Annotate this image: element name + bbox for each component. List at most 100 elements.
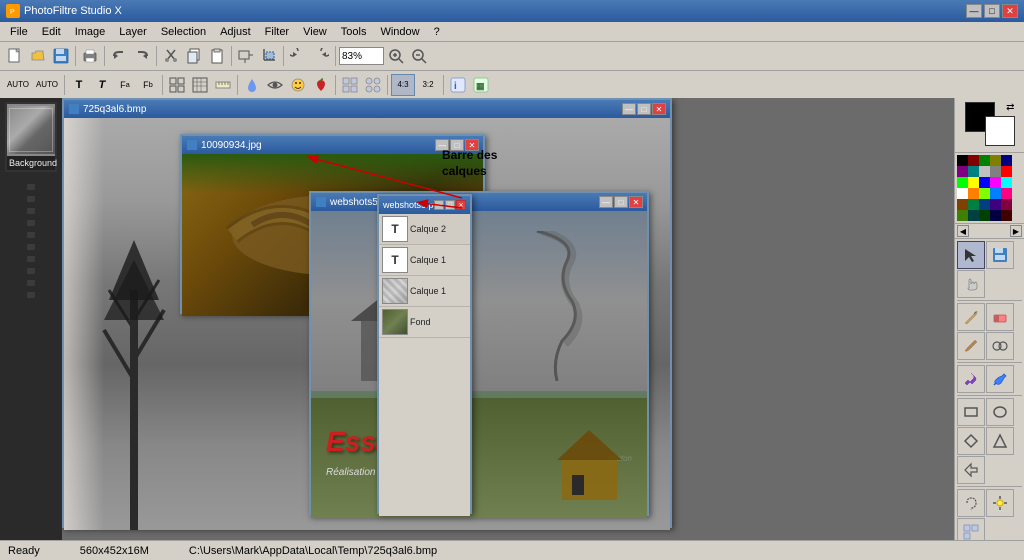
tb-resize[interactable] xyxy=(235,45,257,67)
tb-grid-1[interactable] xyxy=(166,74,188,96)
tool-select[interactable] xyxy=(957,241,985,269)
palette-color-0000ff[interactable] xyxy=(979,177,990,188)
doc-minimize-jpg[interactable]: — xyxy=(435,139,449,151)
palette-color-000080[interactable] xyxy=(1001,155,1012,166)
palette-color-0080ff[interactable] xyxy=(990,188,1001,199)
layer-item-calque2[interactable]: T Calque 2 xyxy=(379,214,470,245)
palette-color-ffff00[interactable] xyxy=(968,177,979,188)
tb-cut[interactable] xyxy=(160,45,182,67)
menu-tools[interactable]: Tools xyxy=(335,24,373,40)
palette-color-008080[interactable] xyxy=(968,166,979,177)
maximize-btn[interactable]: □ xyxy=(984,4,1000,18)
tool-pencil[interactable] xyxy=(957,303,985,331)
tb-save[interactable] xyxy=(50,45,72,67)
tool-triangle[interactable] xyxy=(986,427,1014,455)
tb-strawberry[interactable] xyxy=(310,74,332,96)
tool-lasso[interactable] xyxy=(957,489,985,517)
tb-undo[interactable] xyxy=(108,45,130,67)
tb-info2[interactable]: ▦ xyxy=(470,74,492,96)
tb-rotate-l[interactable] xyxy=(287,45,309,67)
palette-color-80ff00[interactable] xyxy=(979,188,990,199)
palette-color-00ffff[interactable] xyxy=(1001,177,1012,188)
layers-maximize[interactable]: □ xyxy=(445,200,455,210)
doc-minimize-main[interactable]: — xyxy=(622,103,636,115)
doc-close-jpg[interactable]: ✕ xyxy=(465,139,479,151)
layer-item-calque1-text[interactable]: T Calque 1 xyxy=(379,245,470,276)
palette-color-004080[interactable] xyxy=(979,199,990,210)
palette-color-ffffff[interactable] xyxy=(957,188,968,199)
tb-fx2[interactable] xyxy=(362,74,384,96)
tb-paste[interactable] xyxy=(206,45,228,67)
tb-text-t1[interactable]: T xyxy=(68,74,90,96)
close-btn[interactable]: ✕ xyxy=(1002,4,1018,18)
tb-grid-2[interactable] xyxy=(189,74,211,96)
tool-dropper[interactable] xyxy=(957,365,985,393)
menu-edit[interactable]: Edit xyxy=(36,24,67,40)
palette-scroll-left[interactable]: ◀ xyxy=(957,225,969,237)
tb-auto-adj2[interactable]: AUTO xyxy=(33,74,61,96)
layers-minimize[interactable]: — xyxy=(434,200,444,210)
tool-magic-wand[interactable] xyxy=(986,489,1014,517)
tb-fx1[interactable] xyxy=(339,74,361,96)
tb-text-t2[interactable]: T xyxy=(91,74,113,96)
tb-redo[interactable] xyxy=(131,45,153,67)
swap-colors-btn[interactable]: ⇄ xyxy=(1006,102,1014,113)
menu-layer[interactable]: Layer xyxy=(113,24,153,40)
palette-color-ff8000[interactable] xyxy=(968,188,979,199)
zoom-input[interactable] xyxy=(339,47,384,65)
palette-color-000000[interactable] xyxy=(957,155,968,166)
doc-maximize-main[interactable]: □ xyxy=(637,103,651,115)
tb-font2[interactable]: Fb xyxy=(137,74,159,96)
tb-auto-adj[interactable]: AUTO xyxy=(4,74,32,96)
menu-filter[interactable]: Filter xyxy=(259,24,295,40)
tb-ruler[interactable] xyxy=(212,74,234,96)
palette-color-004000[interactable] xyxy=(979,210,990,221)
tb-face[interactable] xyxy=(287,74,309,96)
palette-color-004040[interactable] xyxy=(968,210,979,221)
doc-close-main[interactable]: ✕ xyxy=(652,103,666,115)
palette-scroll-right[interactable]: ▶ xyxy=(1010,225,1022,237)
doc-maximize-jpg[interactable]: □ xyxy=(450,139,464,151)
palette-color-ff00ff[interactable] xyxy=(990,177,1001,188)
tb-open[interactable] xyxy=(27,45,49,67)
tb-copy[interactable] xyxy=(183,45,205,67)
doc-minimize-pfi[interactable]: — xyxy=(599,196,613,208)
palette-color-000040[interactable] xyxy=(990,210,1001,221)
palette-color-804000[interactable] xyxy=(957,199,968,210)
tb-info1[interactable]: i xyxy=(447,74,469,96)
tb-font1[interactable]: Fa xyxy=(114,74,136,96)
palette-color-008000[interactable] xyxy=(979,155,990,166)
tb-3-2[interactable]: 3:2 xyxy=(416,74,440,96)
palette-color-00ff00[interactable] xyxy=(957,177,968,188)
tool-eraser[interactable] xyxy=(986,303,1014,331)
palette-color-800000[interactable] xyxy=(968,155,979,166)
tb-new[interactable] xyxy=(4,45,26,67)
palette-color-800040[interactable] xyxy=(1001,199,1012,210)
palette-color-808000[interactable] xyxy=(990,155,1001,166)
tb-print[interactable] xyxy=(79,45,101,67)
menu-adjust[interactable]: Adjust xyxy=(214,24,257,40)
bg-color-box[interactable] xyxy=(985,116,1015,146)
menu-help[interactable]: ? xyxy=(428,24,446,40)
tb-zoom-in[interactable] xyxy=(385,45,407,67)
palette-color-400000[interactable] xyxy=(1001,210,1012,221)
palette-color-800080[interactable] xyxy=(957,166,968,177)
doc-maximize-pfi[interactable]: □ xyxy=(614,196,628,208)
palette-color-008040[interactable] xyxy=(968,199,979,210)
menu-image[interactable]: Image xyxy=(69,24,112,40)
layer-item-fond[interactable]: Fond xyxy=(379,307,470,338)
palette-color-ff0000[interactable] xyxy=(1001,166,1012,177)
palette-color-400080[interactable] xyxy=(990,199,1001,210)
tb-water[interactable] xyxy=(241,74,263,96)
tb-eye[interactable] xyxy=(264,74,286,96)
tool-ellipse[interactable] xyxy=(986,398,1014,426)
tb-rotate-r[interactable] xyxy=(310,45,332,67)
doc-close-pfi[interactable]: ✕ xyxy=(629,196,643,208)
tool-clone[interactable] xyxy=(986,332,1014,360)
tool-bucket[interactable] xyxy=(986,365,1014,393)
layers-close[interactable]: ✕ xyxy=(456,200,466,210)
tool-hand[interactable] xyxy=(957,270,985,298)
tb-4-3[interactable]: 4:3 xyxy=(391,74,415,96)
palette-color-408000[interactable] xyxy=(957,210,968,221)
menu-window[interactable]: Window xyxy=(374,24,425,40)
